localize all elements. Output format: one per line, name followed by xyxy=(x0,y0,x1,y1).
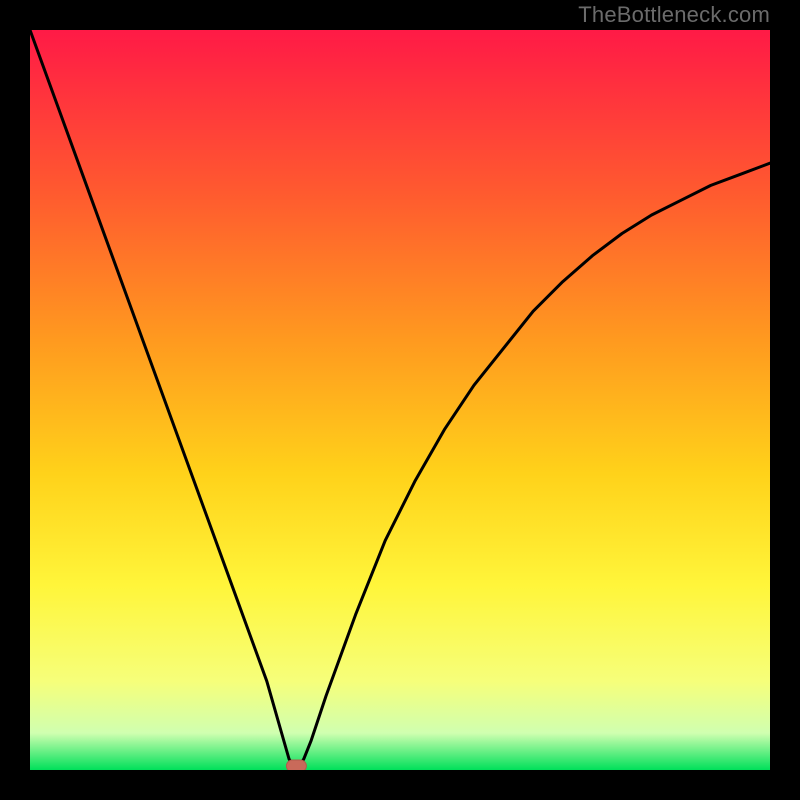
chart-frame xyxy=(30,30,770,770)
optimum-marker xyxy=(286,760,306,770)
bottleneck-chart xyxy=(30,30,770,770)
watermark-text: TheBottleneck.com xyxy=(578,2,770,28)
gradient-background xyxy=(30,30,770,770)
